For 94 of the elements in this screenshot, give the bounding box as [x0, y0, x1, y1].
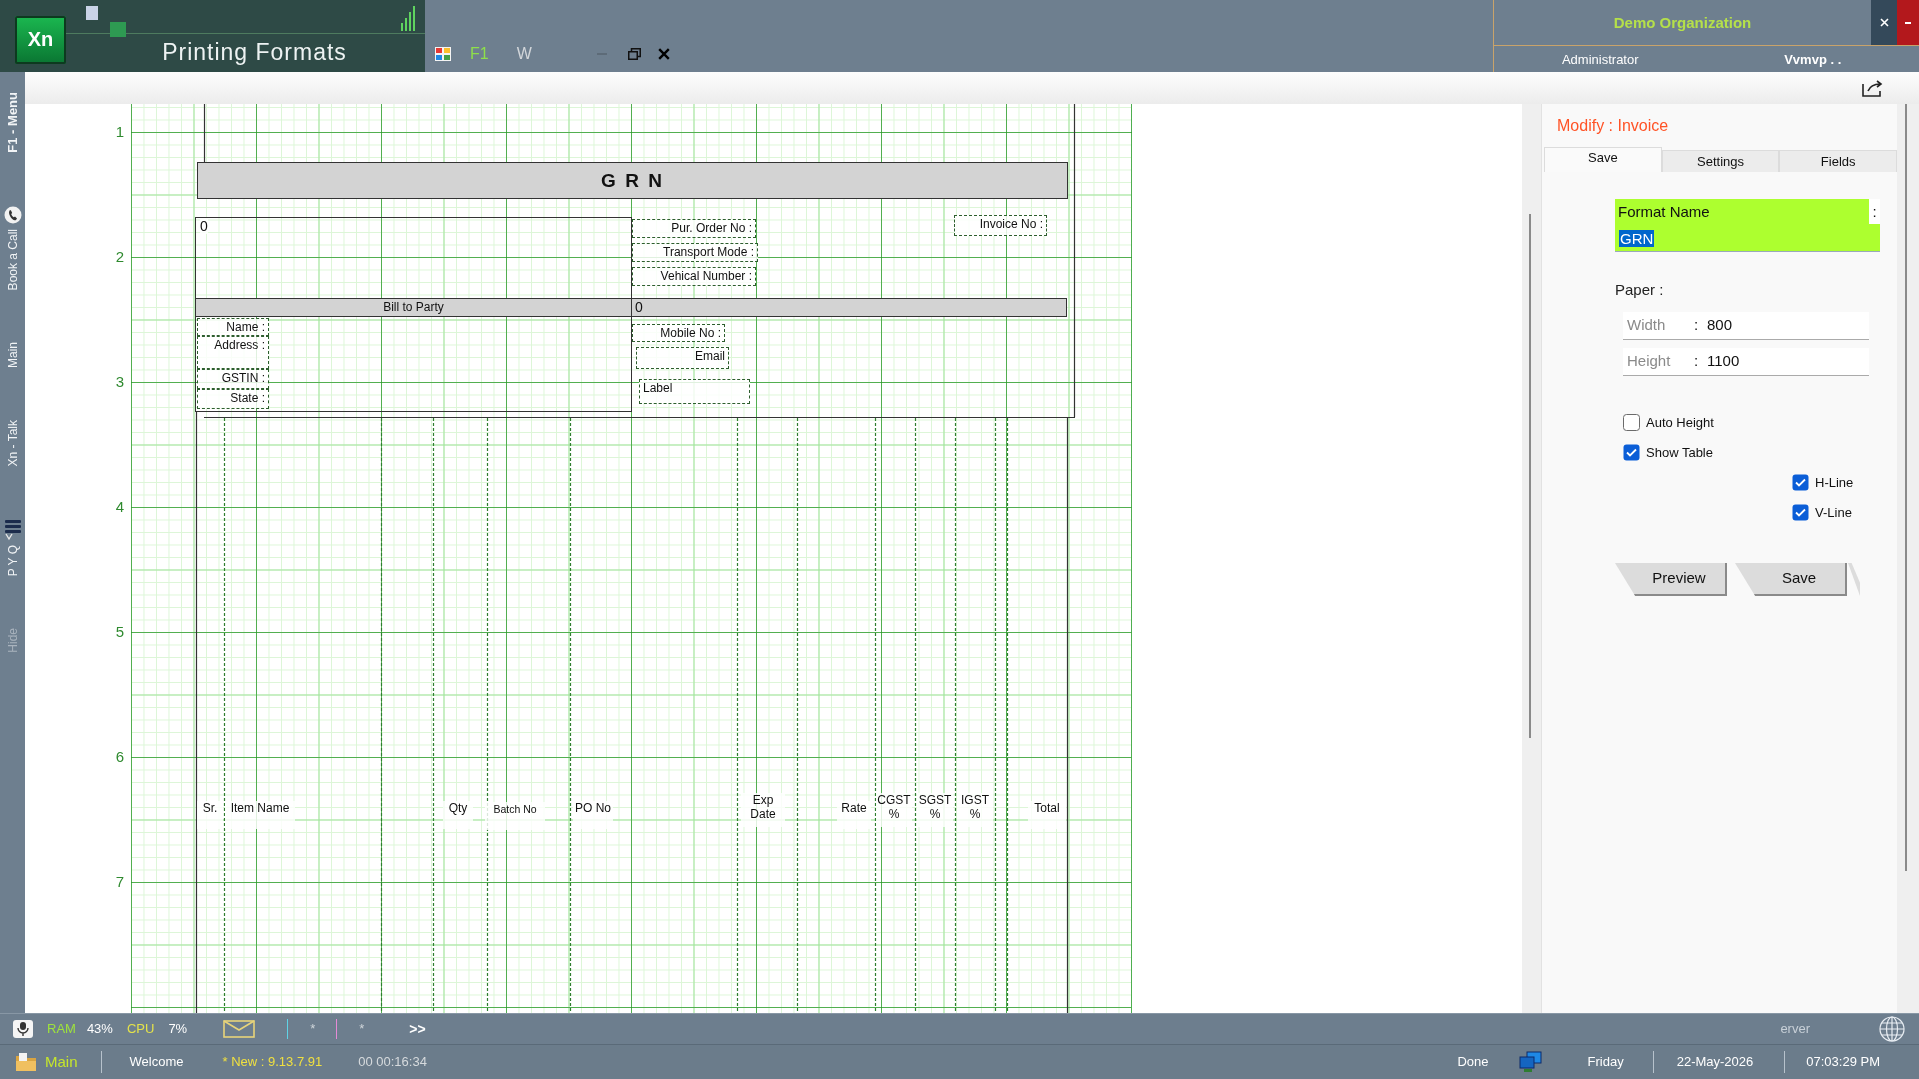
list-icon[interactable]	[3, 518, 22, 541]
field-label: GSTIN :	[197, 369, 269, 389]
export-icon[interactable]	[1862, 79, 1884, 97]
more-button[interactable]: >>	[409, 1018, 426, 1040]
version-text: * New : 9.13.7.91	[222, 1053, 323, 1072]
section-band: 0	[631, 298, 1067, 317]
ruler-number: 4	[115, 499, 124, 515]
close-button[interactable]	[1871, 0, 1897, 45]
checkbox[interactable]	[1792, 474, 1809, 491]
grid-icon[interactable]	[435, 47, 451, 61]
column-header: CGST %	[876, 793, 912, 827]
column-header: Batch No	[485, 802, 545, 830]
checkbox[interactable]	[1623, 444, 1640, 461]
checkbox-label[interactable]: Show Table	[1646, 442, 1713, 463]
status-value: 7%	[168, 1020, 188, 1039]
column-header: SGST %	[917, 793, 953, 827]
phone-icon[interactable]	[3, 204, 22, 225]
status-label: RAM	[47, 1020, 76, 1039]
section-label: Paper :	[1615, 280, 1665, 300]
status-text: Welcome	[129, 1053, 184, 1072]
field-label: Vehical Number :	[632, 267, 756, 286]
folder-icon[interactable]	[15, 1052, 37, 1072]
user-name: Administrator	[1561, 51, 1639, 67]
column-header: Sr.	[197, 801, 223, 829]
scrollbar[interactable]	[1905, 104, 1907, 871]
elapsed-time: 00 00:16:34	[358, 1053, 427, 1072]
action-button[interactable]: Save	[1735, 563, 1847, 596]
menu-item[interactable]: P Y Q	[5, 544, 20, 576]
column-header: IGST %	[957, 793, 993, 827]
action-button[interactable]: Preview	[1615, 563, 1727, 596]
ruler-number: 7	[115, 874, 124, 890]
status-text: erver	[1780, 1020, 1810, 1039]
checkbox-label[interactable]: Auto Height	[1646, 412, 1714, 433]
input-field[interactable]: Width : 800	[1623, 312, 1869, 340]
checkbox-label[interactable]: H-Line	[1815, 472, 1854, 493]
tab[interactable]: Settings	[1661, 150, 1780, 172]
globe-icon[interactable]	[1879, 1016, 1905, 1042]
menu-item[interactable]: Main	[5, 342, 20, 369]
field-label: Pur. Order No :	[632, 219, 756, 238]
field-label: Name :	[197, 318, 269, 336]
column-header: Item Name	[225, 801, 295, 829]
field-label: Email	[636, 347, 729, 369]
column-header: Rate	[837, 801, 871, 829]
ruler-number: 2	[115, 249, 124, 265]
square-icon	[86, 6, 98, 20]
section-band: Bill to Party	[195, 298, 632, 317]
menu-item[interactable]: Xn - Talk	[5, 420, 20, 467]
checkbox[interactable]	[1623, 414, 1640, 431]
column-header: Exp Date	[741, 793, 785, 827]
ruler-number: 1	[115, 124, 124, 140]
panel-title: Modify : Invoice	[1556, 116, 1670, 136]
checkbox-label[interactable]: V-Line	[1815, 502, 1852, 523]
signal-bars-icon	[401, 6, 416, 31]
header-band: G R N	[197, 162, 1068, 199]
status-value: 43%	[86, 1020, 113, 1039]
menu-item[interactable]: F1 - Menu	[5, 92, 20, 153]
close-icon	[1879, 18, 1889, 27]
status-label: CPU	[126, 1020, 155, 1039]
company-name: Vvmvp . .	[1784, 51, 1842, 67]
date-text: 22-May-2026	[1676, 1053, 1754, 1072]
day-text: Friday	[1587, 1053, 1624, 1072]
logo: Xn	[15, 16, 66, 64]
app-title: Printing Formats	[161, 38, 348, 67]
input-field[interactable]: Height : 1100	[1623, 348, 1869, 376]
tab[interactable]: Save	[1544, 147, 1662, 172]
column-header: Total	[1028, 801, 1066, 829]
status-text: Done	[1457, 1053, 1489, 1072]
time-text: 07:03:29 PM	[1806, 1053, 1880, 1072]
close-icon[interactable]	[657, 48, 670, 60]
scrollbar[interactable]	[1529, 214, 1531, 738]
field-label: Mobile No :	[632, 324, 725, 342]
organization-name: Demo Organization	[1612, 13, 1753, 33]
column-header: PO No	[573, 801, 613, 829]
envelope-icon[interactable]	[223, 1020, 256, 1038]
status-text: *	[310, 1020, 316, 1039]
field-label: State :	[197, 389, 269, 409]
ruler-number: 6	[115, 749, 124, 765]
checkbox[interactable]	[1792, 504, 1809, 521]
ruler-number: 3	[115, 374, 124, 390]
status-text: *	[359, 1020, 365, 1039]
menu-item[interactable]: Book a Call	[5, 228, 20, 291]
field-label: Label	[639, 379, 750, 404]
restore-icon[interactable]	[627, 48, 641, 60]
monitors-icon[interactable]	[1518, 1051, 1543, 1073]
field-label: Address :	[197, 336, 269, 369]
field-label: Transport Mode :	[632, 243, 758, 262]
square-icon	[110, 22, 126, 37]
tab[interactable]: Fields	[1779, 150, 1897, 172]
field-label: Invoice No :	[954, 215, 1047, 236]
microphone-icon[interactable]	[12, 1019, 34, 1039]
column-header: Qty	[443, 801, 473, 829]
format-name-field[interactable]: Format Name : GRN	[1615, 199, 1880, 252]
minimize-icon	[1905, 21, 1911, 24]
ruler-number: 5	[115, 624, 124, 640]
